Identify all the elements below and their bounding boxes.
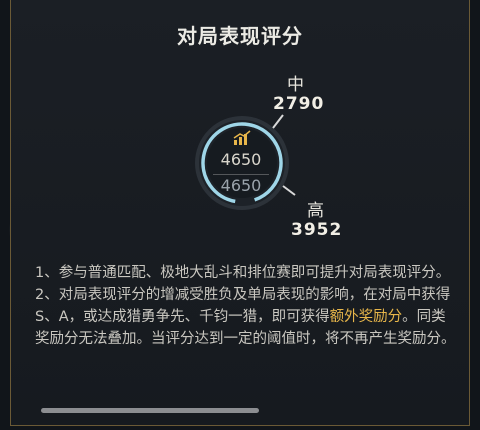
high-label: 高 [307,201,324,221]
score-reflection: 4650 [220,176,262,195]
mid-value: 2790 [273,94,325,114]
description-line-2: 2、对局表现评分的增减受胜负及单局表现的影响，在对局中获得S、A，或达成猎勇争先… [35,284,459,350]
scroll-fade [11,369,469,425]
mid-tick-mark [272,114,284,129]
mid-label: 中 [287,75,304,95]
current-score: 4650 [220,150,262,169]
score-info-panel: 对局表现评分 中 2790 高 3952 4650 4650 1、参与普通匹配、… [10,0,470,426]
score-divider [213,174,269,175]
horizontal-scrollbar[interactable] [41,408,259,413]
description-line-1: 1、参与普通匹配、极地大乱斗和排位赛即可提升对局表现评分。 [35,265,451,281]
high-value: 3952 [291,220,343,240]
description: 1、参与普通匹配、极地大乱斗和排位赛即可提升对局表现评分。 2、对局表现评分的增… [35,262,459,350]
high-tick-mark [282,185,296,196]
bonus-points-highlight: 额外奖励分 [329,309,403,325]
rank-chart-icon [233,130,251,145]
